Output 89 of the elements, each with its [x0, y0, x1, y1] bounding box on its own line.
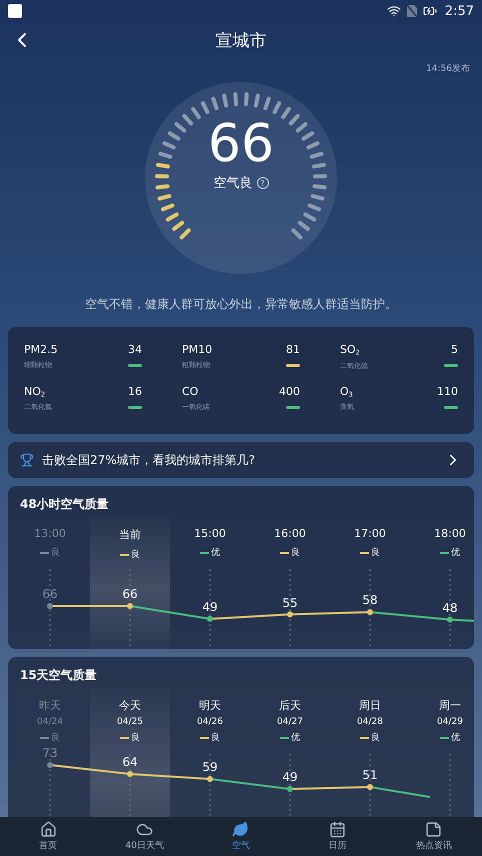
day-label: 后天 — [279, 698, 301, 714]
hour-label: 17:00 — [354, 527, 386, 540]
aqi-value: 66 — [208, 114, 274, 174]
aqi-label: 51 — [361, 768, 379, 782]
day-label: 昨天 — [39, 698, 61, 714]
day-label: 明天 — [199, 698, 221, 714]
pollutant-name: CO — [182, 384, 200, 398]
rank-banner[interactable]: 击败全国27%城市，看我的城市排第几? — [8, 442, 474, 478]
hour-column[interactable]: 13:00 良 66 — [10, 517, 90, 650]
date-label: 04/28 — [357, 717, 383, 728]
quality-label: 优 — [440, 731, 460, 744]
wifi-icon — [386, 4, 401, 18]
pollutant-name: PM2.5 — [24, 343, 59, 356]
help-icon[interactable]: ? — [256, 177, 268, 189]
date-label: 04/25 — [117, 717, 143, 728]
publish-time: 14:56发布 — [426, 64, 470, 74]
note-icon — [425, 821, 442, 838]
date-label: 04/29 — [437, 717, 463, 728]
hour-column[interactable]: 当前 良 66 — [90, 517, 170, 650]
pollutant-value: 5 — [450, 343, 458, 357]
hour-label: 15:00 — [194, 527, 226, 540]
city-title: 宣城市 — [216, 30, 266, 52]
aqi-label: 55 — [281, 596, 299, 610]
hour-column[interactable]: 18:00 优 48 — [410, 517, 482, 650]
hour-label: 16:00 — [274, 527, 306, 540]
quality-label: 良 — [120, 731, 140, 744]
nav-tab[interactable]: 首页 — [0, 817, 96, 856]
day-column[interactable]: 后天 04/27 优 49 — [250, 688, 330, 817]
quality-label: 良 — [280, 546, 300, 560]
aqi-label: 73 — [41, 746, 59, 760]
pollutant-value: 81 — [286, 343, 300, 356]
day-column[interactable]: 今天 04/25 良 64 — [90, 688, 170, 817]
aqi-label: 66 — [121, 587, 139, 602]
aqi-label: 49 — [281, 770, 299, 784]
hour-label: 当前 — [119, 527, 141, 542]
aqi-label: 58 — [361, 593, 379, 608]
nav-tab[interactable]: 热点资讯 — [386, 817, 482, 856]
hour-label: 13:00 — [34, 527, 66, 540]
hour-column[interactable]: 15:00 优 49 — [170, 517, 250, 650]
date-label: 04/24 — [37, 717, 63, 728]
aqi-label: 66 — [41, 587, 59, 602]
date-label: 04/26 — [197, 717, 223, 728]
day-column[interactable]: 明天 04/26 良 59 — [170, 688, 250, 817]
pollutant-value: 110 — [437, 384, 458, 398]
pollutant-name: NO$_{2}$ — [24, 384, 46, 398]
clock-time: 2:57 — [444, 4, 474, 18]
house-icon — [40, 821, 57, 838]
quality-label: 优 — [440, 546, 460, 560]
day-label: 周一 — [439, 698, 461, 714]
quality-label: 良 — [200, 731, 220, 744]
quality-label: 优 — [200, 546, 220, 560]
no-sim-icon — [406, 5, 417, 17]
nav-tab[interactable]: 日历 — [289, 817, 386, 856]
cloud-icon — [136, 821, 154, 838]
hour-label: 18:00 — [434, 527, 466, 540]
day-column[interactable]: 周一 04/29 优 — [410, 688, 482, 817]
aqi-label: 48 — [441, 600, 459, 615]
day-label: 今天 — [119, 698, 141, 714]
quality-label: 良 — [360, 546, 380, 560]
calendar-icon — [328, 821, 346, 838]
hour-column[interactable]: 17:00 良 58 — [330, 517, 410, 650]
nav-tab[interactable]: 空气 — [192, 817, 290, 856]
pollutant-value: 400 — [279, 384, 300, 398]
trophy-icon — [20, 453, 34, 468]
notification-icon — [8, 4, 22, 18]
quality-label: 良 — [40, 731, 60, 744]
leaf-icon — [232, 821, 250, 838]
pollutant-value: 34 — [128, 343, 142, 356]
quality-label: 良 — [360, 731, 380, 744]
date-label: 04/27 — [277, 717, 303, 728]
air-quality-label: 空气良 — [214, 175, 252, 192]
day-label: 周日 — [359, 698, 381, 714]
hour-column[interactable]: 16:00 良 55 — [250, 517, 330, 650]
quality-label: 优 — [280, 731, 300, 744]
quality-label: 良 — [120, 548, 140, 562]
health-advice: 空气不错，健康人群可放心外出，异常敏感人群适当防护。 — [84, 296, 398, 313]
aqi-label: 59 — [201, 760, 219, 774]
pollutant-value: 16 — [128, 384, 142, 398]
section-title: 15天空气质量 — [19, 667, 98, 684]
battery-icon — [422, 4, 437, 18]
pollutant-name: SO$_{2}$ — [340, 343, 361, 357]
nav-tab[interactable]: 40日天气 — [96, 817, 193, 856]
pollutant-name: O$_{3}$ — [340, 384, 354, 398]
day-column[interactable]: 周日 04/28 良 51 — [330, 688, 410, 817]
aqi-label: 49 — [201, 600, 219, 614]
aqi-label: 64 — [121, 755, 139, 770]
section-title: 48小时空气质量 — [19, 496, 110, 514]
quality-label: 良 — [40, 546, 60, 560]
pollutant-name: PM10 — [182, 343, 214, 356]
